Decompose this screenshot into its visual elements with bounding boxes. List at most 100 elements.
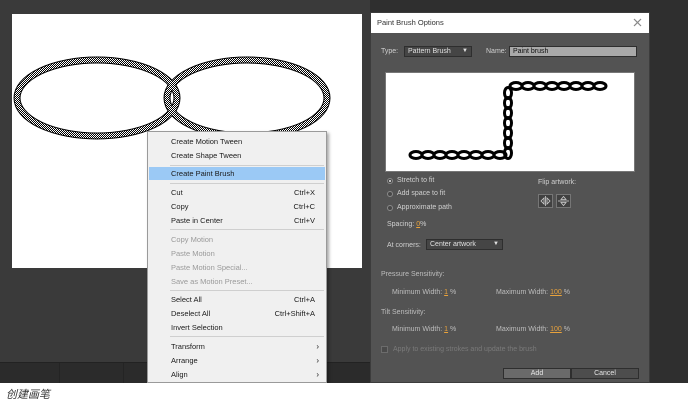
percent-sign: % [563, 289, 570, 296]
chevron-down-icon: ▼ [462, 48, 468, 54]
menu-separator [170, 229, 324, 230]
type-dropdown[interactable]: Pattern Brush ▼ [404, 46, 472, 57]
close-icon[interactable] [632, 17, 643, 28]
chevron-down-icon: ▼ [493, 241, 499, 247]
menu-shortcut: Ctrl+X [293, 188, 315, 197]
menu-paste-motion-special[interactable]: Paste Motion Special... [149, 261, 325, 274]
flip-artwork-label: Flip artwork: [538, 179, 577, 186]
menu-item-label: Paste Motion Special... [171, 263, 248, 272]
menu-item-label: Deselect All [171, 309, 211, 318]
menu-invert-selection[interactable]: Invert Selection [149, 321, 325, 334]
spacing-label: Spacing: 0% [387, 221, 426, 228]
app-window: Create Motion Tween Create Shape Tween C… [0, 0, 688, 383]
menu-cut[interactable]: Cut Ctrl+X [149, 186, 325, 199]
menu-separator [170, 290, 324, 291]
approximate-radio[interactable] [387, 205, 393, 211]
menu-item-label: Create Shape Tween [171, 151, 242, 160]
menu-item-label: Paste Motion [171, 249, 215, 258]
paint-brush-options-dialog: Paint Brush Options Type: Pattern Brush … [370, 12, 650, 383]
menu-item-label: Create Motion Tween [171, 137, 243, 146]
corners-label: At corners: [387, 242, 421, 249]
menu-transform[interactable]: Transform › [149, 340, 325, 353]
menu-save-as-motion-preset[interactable]: Save as Motion Preset... [149, 275, 325, 288]
timeline-segment [0, 363, 60, 383]
chain-link [544, 81, 560, 91]
menu-separator [170, 165, 324, 166]
dialog-title: Paint Brush Options [377, 18, 444, 27]
chain-link [468, 150, 484, 160]
min-width-label: Minimum Width: [392, 326, 443, 333]
menu-item-label: Save as Motion Preset... [171, 277, 253, 286]
menu-item-label: Transform [171, 342, 205, 351]
menu-item-label: Invert Selection [171, 323, 223, 332]
apply-existing-checkbox[interactable] [381, 346, 388, 353]
chain-link [480, 150, 496, 160]
context-menu: Create Motion Tween Create Shape Tween C… [147, 131, 327, 383]
type-label: Type: [381, 48, 399, 55]
menu-deselect-all[interactable]: Deselect All Ctrl+Shift+A [149, 307, 325, 320]
chain-link [408, 150, 424, 160]
type-dropdown-value: Pattern Brush [408, 48, 451, 55]
max-width-label: Maximum Width: [496, 289, 549, 296]
percent-sign: % [450, 326, 457, 333]
menu-item-label: Align [171, 370, 188, 379]
figure-caption: 创建画笔 [6, 388, 50, 401]
menu-shortcut: Ctrl+C [293, 202, 315, 211]
menu-item-label: Cut [171, 188, 183, 197]
tilt-max-value[interactable]: 100 [550, 326, 562, 333]
stretch-radio[interactable] [387, 178, 393, 184]
menu-item-label: Arrange [171, 356, 198, 365]
menu-item-label: Create Paint Brush [171, 169, 235, 178]
cancel-button[interactable]: Cancel [571, 368, 639, 379]
apply-existing-label: Apply to existing strokes and update the… [393, 346, 537, 353]
menu-arrange[interactable]: Arrange › [149, 354, 325, 367]
pressure-max-value[interactable]: 100 [550, 289, 562, 296]
ellipse-left-selection [14, 57, 180, 139]
menu-item-label: Select All [171, 295, 202, 304]
menu-item-label: Paste in Center [171, 216, 223, 225]
spacing-label-text: Spacing: [387, 221, 415, 228]
pressure-min-width: Minimum Width: 1 % [392, 289, 456, 296]
menu-copy-motion[interactable]: Copy Motion [149, 233, 325, 246]
add-button[interactable]: Add [503, 368, 571, 379]
chain-link [444, 150, 460, 160]
menu-item-label: Copy [171, 202, 189, 211]
menu-create-shape-tween[interactable]: Create Shape Tween [149, 149, 325, 162]
submenu-arrow-icon: › [316, 356, 319, 365]
chain-link [520, 81, 536, 91]
tilt-min-value[interactable]: 1 [444, 326, 448, 333]
name-label: Name: [486, 48, 507, 55]
tilt-max-width: Maximum Width: 100 % [496, 326, 570, 333]
approximate-label: Approximate path [397, 204, 452, 211]
submenu-arrow-icon: › [316, 370, 319, 379]
pressure-min-value[interactable]: 1 [444, 289, 448, 296]
menu-copy[interactable]: Copy Ctrl+C [149, 200, 325, 213]
timeline-segment [60, 363, 124, 383]
add-space-label: Add space to fit [397, 190, 446, 197]
chain-vertical [503, 86, 513, 160]
menu-create-paint-brush[interactable]: Create Paint Brush [149, 167, 325, 180]
spacing-unit: % [420, 221, 427, 228]
tilt-min-width: Minimum Width: 1 % [392, 326, 456, 333]
ellipse-right-selection [164, 57, 330, 139]
flip-vertical-button[interactable] [556, 194, 571, 208]
menu-paste-motion[interactable]: Paste Motion [149, 247, 325, 260]
flip-horizontal-button[interactable] [538, 194, 553, 208]
chain-horizontal [408, 150, 508, 160]
menu-create-motion-tween[interactable]: Create Motion Tween [149, 135, 325, 148]
menu-shortcut: Ctrl+Shift+A [274, 309, 315, 318]
chain-link [432, 150, 448, 160]
menu-shortcut: Ctrl+A [293, 295, 315, 304]
percent-sign: % [563, 326, 570, 333]
submenu-arrow-icon: › [316, 342, 319, 351]
menu-paste-in-center[interactable]: Paste in Center Ctrl+V [149, 214, 325, 227]
percent-sign: % [450, 289, 457, 296]
add-space-radio[interactable] [387, 191, 393, 197]
min-width-label: Minimum Width: [392, 289, 443, 296]
menu-select-all[interactable]: Select All Ctrl+A [149, 293, 325, 306]
menu-align[interactable]: Align › [149, 368, 325, 381]
name-field[interactable]: Paint brush [509, 46, 637, 57]
corners-dropdown[interactable]: Center artwork ▼ [426, 239, 503, 250]
chain-link [508, 81, 524, 91]
stretch-label: Stretch to fit [397, 177, 435, 184]
